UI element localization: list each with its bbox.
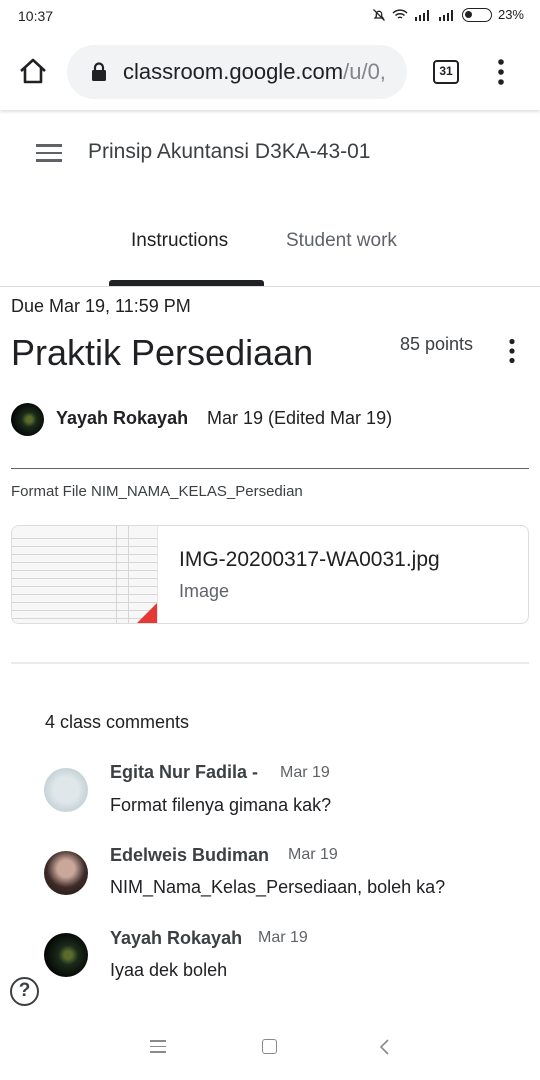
tab-divider (0, 286, 540, 287)
comment-text: Iyaa dek boleh (110, 960, 228, 980)
back-icon[interactable] (378, 1038, 390, 1056)
comment-text: NIM_Nama_Kelas_Persediaan, boleh ka? (110, 877, 446, 897)
author-avatar (11, 403, 44, 436)
section-divider (11, 662, 529, 664)
divider (11, 468, 529, 469)
attachment-type: Image (179, 581, 230, 601)
assignment-more-icon[interactable] (507, 338, 517, 364)
comment-avatar (44, 851, 88, 895)
class-comments-toggle[interactable]: 4 class comments (45, 712, 189, 733)
lock-icon (92, 62, 106, 81)
assignment-title: Praktik Persediaan (11, 332, 314, 373)
battery-icon (461, 7, 492, 22)
hamburger-menu-icon[interactable] (36, 144, 62, 164)
assignment-description: Format File NIM_NAMA_KELAS_Persedian (11, 483, 303, 500)
system-navigation-bar (0, 1014, 540, 1080)
url-path: /u/0, (343, 59, 386, 84)
attachment-thumbnail (12, 526, 158, 623)
comment-date: Mar 19 (288, 846, 338, 863)
mute-icon (373, 8, 385, 21)
wifi-icon (392, 8, 408, 19)
status-time: 10:37 (18, 8, 54, 24)
recent-apps-icon[interactable] (150, 1040, 166, 1054)
class-title: Prinsip Akuntansi D3KA-43-01 (88, 140, 371, 163)
tab-switcher-button[interactable]: 31 (433, 60, 459, 84)
help-icon[interactable]: ? (10, 977, 39, 1006)
file-corner-icon (135, 603, 157, 623)
comment-avatar (44, 933, 88, 977)
status-icons: 23% (372, 7, 524, 22)
more-vert-icon[interactable] (495, 58, 507, 86)
author-name: Yayah Rokayah (56, 408, 189, 428)
address-bar[interactable]: classroom.google.com/u/0, (67, 45, 407, 99)
comment-date: Mar 19 (258, 929, 308, 946)
comment-date: Mar 19 (280, 764, 330, 781)
attachment-card[interactable]: IMG-20200317-WA0031.jpg Image (11, 525, 529, 624)
url-domain: classroom.google.com (123, 59, 344, 84)
due-date: Due Mar 19, 11:59 PM (11, 296, 191, 316)
status-bar: 10:37 23% (0, 0, 540, 34)
comment-text: Format filenya gimana kak? (110, 795, 332, 815)
home-icon[interactable] (18, 56, 48, 86)
comment-author: Edelweis Budiman (110, 845, 270, 865)
comment-avatar (44, 768, 88, 812)
battery-level: 23% (497, 7, 524, 22)
signal-icon-2 (438, 9, 453, 21)
browser-toolbar: classroom.google.com/u/0, 31 (0, 34, 540, 110)
url-text: classroom.google.com/u/0, (123, 59, 403, 85)
attachment-name: IMG-20200317-WA0031.jpg (179, 548, 440, 571)
signal-icon (414, 9, 429, 21)
tab-instructions[interactable]: Instructions (131, 230, 228, 252)
assignment-points: 85 points (400, 334, 474, 354)
comment-author: Yayah Rokayah (110, 928, 243, 948)
post-date: Mar 19 (Edited Mar 19) (207, 408, 393, 428)
tab-student-work[interactable]: Student work (286, 230, 397, 252)
comment-author: Egita Nur Fadila - (110, 762, 259, 782)
nav-home-icon[interactable] (262, 1039, 277, 1054)
